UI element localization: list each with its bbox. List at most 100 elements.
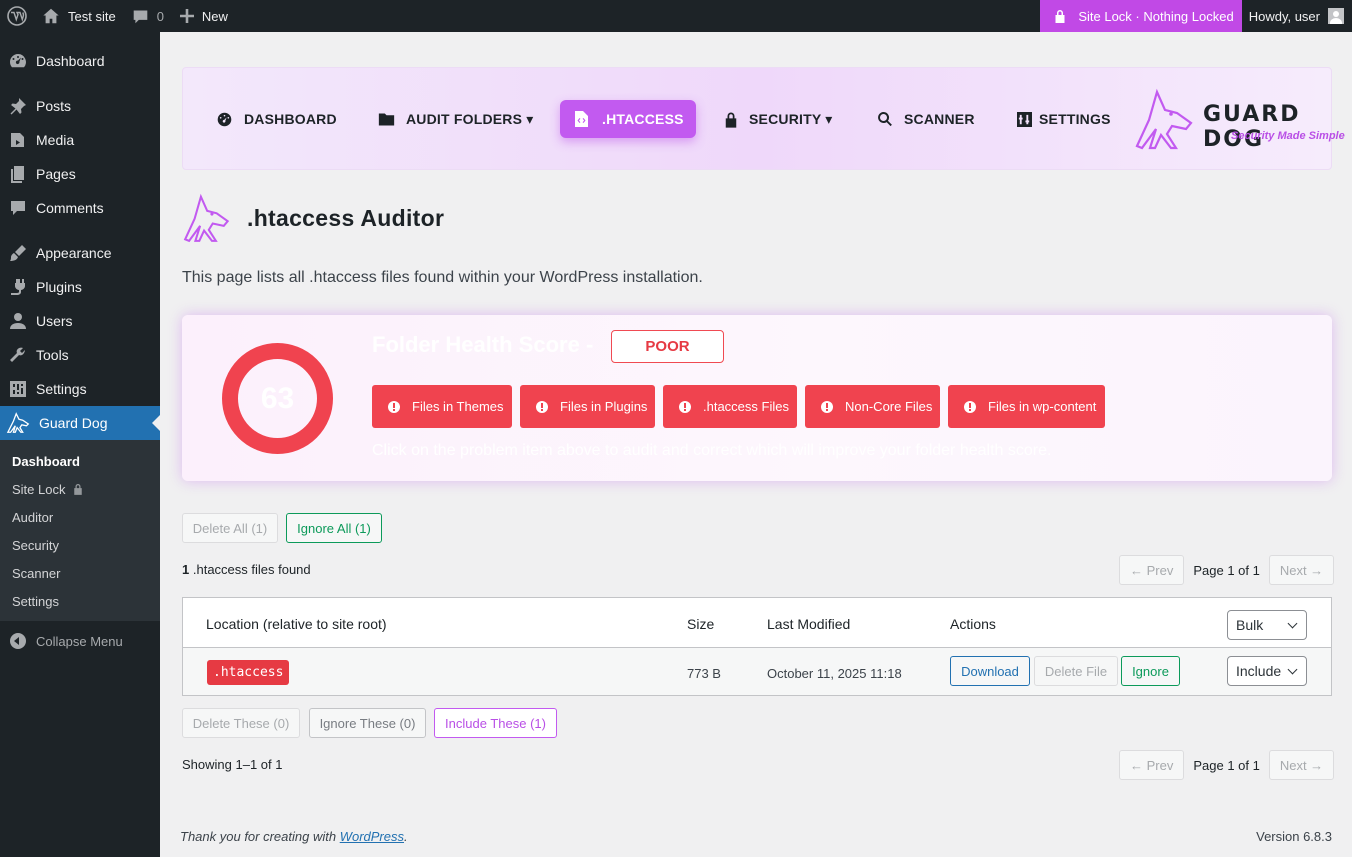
nav-dashboard[interactable]: DASHBOARD xyxy=(216,100,337,138)
sidebar-item-pages[interactable]: Pages xyxy=(0,157,160,191)
pin-icon xyxy=(8,96,28,116)
submenu-item-site-lock[interactable]: Site Lock xyxy=(0,475,160,503)
submenu-item-dashboard[interactable]: Dashboard xyxy=(0,447,160,475)
nav-label: DASHBOARD xyxy=(244,111,337,127)
footer-version: Version 6.8.3 xyxy=(1256,829,1332,844)
sidebar-item-media[interactable]: Media xyxy=(0,123,160,157)
health-score-title: Folder Health Score - xyxy=(372,332,594,357)
download-button[interactable]: Download xyxy=(950,656,1030,686)
files-found-count: 1 xyxy=(182,562,190,577)
page-info: Page 1 of 1 xyxy=(1193,757,1260,773)
issue-button-non-core[interactable]: Non-Core Files xyxy=(805,385,940,428)
issue-button-htaccess[interactable]: .htaccess Files xyxy=(663,385,797,428)
sidebar-item-label: Settings xyxy=(36,381,87,397)
comments-link[interactable]: 0 xyxy=(124,0,172,32)
issue-label: Files in Themes xyxy=(412,399,504,414)
sidebar-item-appearance[interactable]: Appearance xyxy=(0,236,160,270)
nav-audit-folders[interactable]: AUDIT FOLDERS ▾ xyxy=(378,100,533,138)
nav-label: SECURITY ▾ xyxy=(749,110,833,127)
user-icon xyxy=(8,311,28,331)
issue-button-plugins[interactable]: Files in Plugins xyxy=(520,385,655,428)
nav-label: .HTACCESS xyxy=(602,111,684,127)
page-title: .htaccess Auditor xyxy=(247,204,445,231)
admin-sidebar: Dashboard Posts Media Pages Comments App… xyxy=(0,32,160,857)
sidebar-item-tools[interactable]: Tools xyxy=(0,338,160,372)
sidebar-item-guard-dog[interactable]: Guard Dog xyxy=(0,406,160,440)
submenu-item-settings[interactable]: Settings xyxy=(0,587,160,615)
guard-dog-nav: DASHBOARD AUDIT FOLDERS ▾ .HTACCESS SECU… xyxy=(182,67,1345,170)
nav-label: AUDIT FOLDERS ▾ xyxy=(406,110,534,127)
prev-page-button[interactable]: ← Prev xyxy=(1119,750,1185,780)
prev-page-button[interactable]: ← Prev xyxy=(1119,555,1185,585)
footer-thanks-text: Thank you for creating with xyxy=(180,829,337,844)
files-found-summary: 1 .htaccess files found xyxy=(182,562,311,577)
ignore-button[interactable]: Ignore xyxy=(1121,656,1180,686)
guard-dog-logo: GUARD DOG Security Made Simple xyxy=(1133,86,1348,152)
next-page-button[interactable]: Next → xyxy=(1268,750,1335,780)
sidebar-item-users[interactable]: Users xyxy=(0,304,160,338)
plug-icon xyxy=(8,277,28,297)
health-score-card: 63 Folder Health Score - POOR Files in T… xyxy=(182,315,1332,481)
admin-bar: Test site 0 New Site Lock · Nothing Lock… xyxy=(0,0,1352,32)
next-page-button[interactable]: Next → xyxy=(1268,555,1335,585)
guard-dog-logo-icon xyxy=(183,193,230,243)
bulk-select[interactable]: Bulk xyxy=(1227,610,1307,640)
sliders-icon xyxy=(8,379,28,399)
comments-icon xyxy=(8,198,28,218)
delete-file-button[interactable]: Delete File xyxy=(1034,656,1118,686)
comments-count: 0 xyxy=(156,8,164,24)
delete-all-button[interactable]: Delete All (1) xyxy=(182,513,278,543)
code-file-icon xyxy=(575,111,588,127)
submenu-label: Settings xyxy=(12,593,59,609)
sidebar-item-label: Dashboard xyxy=(36,53,105,69)
htaccess-files-table: Location (relative to site root) Size La… xyxy=(182,597,1332,696)
user-account-menu[interactable]: Howdy, user xyxy=(1242,0,1352,32)
sidebar-item-posts[interactable]: Posts xyxy=(0,89,160,123)
include-these-button[interactable]: Include These (1) xyxy=(434,708,557,738)
site-lock-status[interactable]: Site Lock · Nothing Locked xyxy=(1040,0,1242,32)
nav-scanner[interactable]: SCANNER xyxy=(877,100,975,138)
file-modified: October 11, 2025 11:18 xyxy=(767,666,902,681)
sidebar-item-label: Comments xyxy=(36,200,104,216)
submenu-label: Auditor xyxy=(12,509,54,525)
lock-icon xyxy=(1055,10,1065,23)
submenu-item-security[interactable]: Security xyxy=(0,531,160,559)
delete-these-button[interactable]: Delete These (0) xyxy=(182,708,300,738)
issue-button-themes[interactable]: Files in Themes xyxy=(372,385,512,428)
issue-label: Files in Plugins xyxy=(560,399,648,414)
sidebar-item-plugins[interactable]: Plugins xyxy=(0,270,160,304)
new-content-link[interactable]: New xyxy=(172,0,236,32)
main-content: DASHBOARD AUDIT FOLDERS ▾ .HTACCESS SECU… xyxy=(160,32,1352,857)
wordpress-logo-icon[interactable] xyxy=(0,0,34,32)
issue-label: Files in wp-content xyxy=(988,399,1097,414)
howdy-text: Howdy, user xyxy=(1248,8,1320,24)
file-size: 773 B xyxy=(687,666,721,681)
guard-dog-logo-icon xyxy=(1135,88,1193,150)
collapse-menu-button[interactable]: Collapse Menu xyxy=(0,624,160,658)
sidebar-item-comments[interactable]: Comments xyxy=(0,191,160,225)
sidebar-item-settings[interactable]: Settings xyxy=(0,372,160,406)
submenu-item-scanner[interactable]: Scanner xyxy=(0,559,160,587)
nav-label: SETTINGS xyxy=(1039,111,1111,127)
submenu-label: Dashboard xyxy=(12,453,80,469)
column-header-modified: Last Modified xyxy=(767,616,851,632)
page-header: .htaccess Auditor xyxy=(182,190,444,246)
sidebar-item-dashboard[interactable]: Dashboard xyxy=(0,44,160,78)
submenu-label: Scanner xyxy=(12,565,61,581)
nav-security[interactable]: SECURITY ▾ xyxy=(724,100,832,138)
site-name-link[interactable]: Test site xyxy=(34,0,124,32)
submenu-item-auditor[interactable]: Auditor xyxy=(0,503,160,531)
table-header: Location (relative to site root) Size La… xyxy=(183,598,1331,648)
nav-htaccess[interactable]: .HTACCESS xyxy=(560,100,696,138)
nav-settings[interactable]: SETTINGS xyxy=(1017,100,1111,138)
pages-icon xyxy=(8,164,28,184)
health-score-ring: 63 xyxy=(222,343,333,454)
row-state-select[interactable]: Include xyxy=(1227,656,1307,686)
wordpress-link[interactable]: WordPress xyxy=(340,829,404,844)
ignore-these-button[interactable]: Ignore These (0) xyxy=(309,708,426,738)
ignore-all-button[interactable]: Ignore All (1) xyxy=(286,513,382,543)
issue-button-wp-content[interactable]: Files in wp-content xyxy=(948,385,1105,428)
column-header-actions: Actions xyxy=(950,616,996,632)
site-lock-text: Site Lock · Nothing Locked xyxy=(1078,8,1234,24)
footer-thanks: Thank you for creating with WordPress. xyxy=(180,829,408,844)
